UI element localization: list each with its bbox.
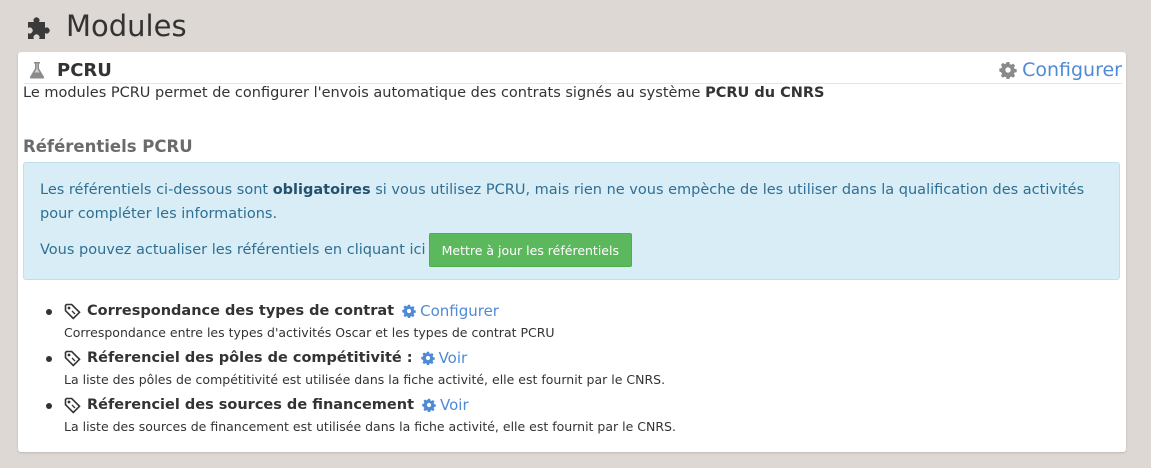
referentiels-list: Correspondance des types de contrat Conf… [46, 300, 1106, 441]
configure-types-link[interactable]: Configurer [402, 302, 499, 320]
view-sources-link[interactable]: Voir [422, 396, 469, 414]
tag-icon [64, 350, 81, 367]
description-text: Le modules PCRU permet de configurer l'e… [23, 85, 706, 101]
update-text: Vous pouvez actualiser les référentiels … [40, 242, 426, 258]
alert-text: Les référentiels ci-dessous sont obligat… [40, 178, 1100, 226]
ref-title: Réferenciel des sources de financement [87, 397, 415, 413]
update-referentiels-button[interactable]: Mettre à jour les référentiels [428, 233, 632, 267]
module-header: PCRU Configurer [24, 57, 1122, 84]
configure-module-link[interactable]: Configurer [999, 59, 1122, 81]
ref-link-label: Voir [440, 396, 469, 414]
description-bold: PCRU du CNRS [705, 85, 825, 101]
ref-subtitle: La liste des pôles de compétitivité est … [64, 372, 666, 387]
ref-link-label: Voir [438, 349, 468, 367]
flask-icon [29, 62, 45, 79]
alert-update-row: Vous pouvez actualiser les référentiels … [40, 233, 632, 267]
module-description: Le modules PCRU permet de configurer l'e… [23, 85, 824, 101]
view-poles-link[interactable]: Voir [420, 349, 468, 367]
tag-icon [64, 397, 81, 414]
module-title: PCRU [57, 59, 112, 81]
configure-label: Configurer [1022, 59, 1122, 81]
module-card: PCRU Configurer Le modules PCRU permet d… [18, 52, 1126, 452]
section-title: Référentiels PCRU [23, 137, 193, 156]
list-item: Réferenciel des pôles de compétitivité :… [46, 347, 1106, 390]
ref-title: Correspondance des types de contrat [87, 303, 395, 319]
list-item: Correspondance des types de contrat Conf… [46, 300, 1106, 343]
page-header: Modules [24, 6, 187, 46]
alert-text-bold: obligatoires [272, 182, 371, 198]
page-title: Modules [66, 9, 187, 43]
puzzle-icon [28, 17, 50, 39]
tag-icon [64, 303, 81, 320]
list-item: Réferenciel des sources de financement V… [46, 394, 1106, 437]
ref-link-label: Configurer [420, 302, 499, 320]
gear-icon [999, 62, 1017, 79]
alert-text-before: Les référentiels ci-dessous sont [40, 182, 273, 198]
ref-subtitle: La liste des sources de financement est … [64, 419, 676, 434]
ref-title: Réferenciel des pôles de compétitivité : [87, 350, 413, 366]
gear-icon [420, 351, 435, 365]
gear-icon [422, 398, 436, 412]
ref-subtitle: Correspondance entre les types d'activit… [64, 325, 555, 340]
gear-icon [402, 304, 416, 318]
info-alert: Les référentiels ci-dessous sont obligat… [23, 162, 1120, 280]
